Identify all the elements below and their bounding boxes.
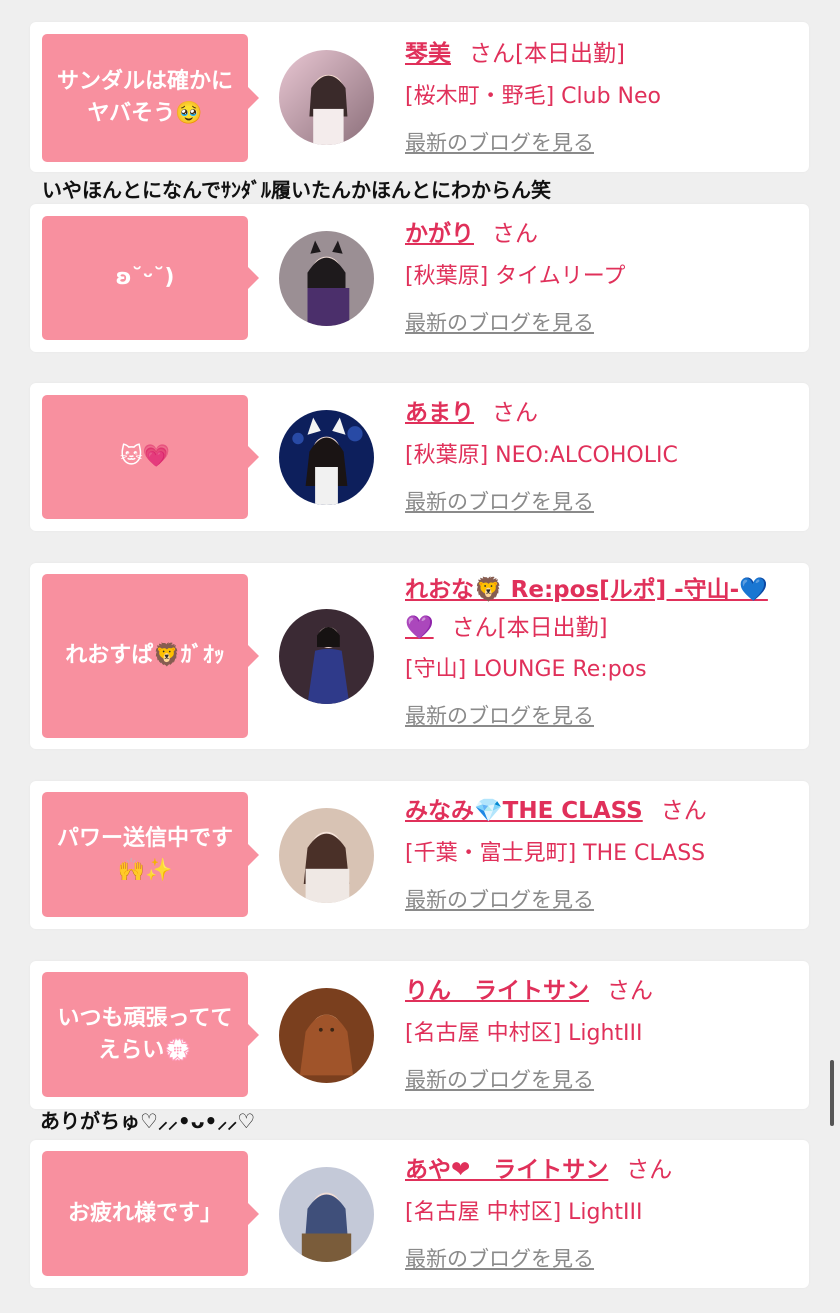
shop-label: [桜木町・野毛] Club Neo [405,84,661,109]
avatar[interactable] [279,231,374,326]
avatar[interactable] [279,1167,374,1262]
cast-name-link[interactable]: りん ライトサン [405,978,589,1004]
cast-name-link[interactable]: あや❤ ライトサン [405,1157,608,1183]
shop-label: [秋葉原] NEO:ALCOHOLIC [405,443,678,468]
blog-link[interactable]: 最新のブログを見る [405,885,594,915]
scrollbar[interactable] [830,1060,834,1126]
message-bubble: 🐱💗 [42,395,259,519]
avatar[interactable] [279,410,374,505]
card-info: かがり さん [秋葉原] タイムリープ 最新のブログを見る [405,214,789,338]
message-card: れおすぱ🦁ｶﾞｵｯ れおな🦁 Re:pos[ルポ] -守山-💙💜 さん[本日出勤]… [30,563,809,749]
card-info: れおな🦁 Re:pos[ルポ] -守山-💙💜 さん[本日出勤] [守山] LOUN… [405,571,789,731]
card-info: 琴美 さん[本日出勤] [桜木町・野毛] Club Neo 最新のブログを見る [405,34,789,158]
shop-label: [守山] LOUNGE Re:pos [405,657,647,682]
message-bubble: お疲れ様です」 [42,1151,259,1276]
message-bubble: サンダルは確かに ヤバそう🥹 [42,34,259,162]
blog-link[interactable]: 最新のブログを見る [405,701,594,731]
honorific-label: さん [492,221,538,247]
message-card: お疲れ様です」 あや❤ ライトサン さん [名古屋 中村区] LightIII 最… [30,1140,809,1288]
message-card: 🐱💗 あまり さん [秋葉原] NEO:ALCOHOLIC 最新のブログを見る [30,383,809,531]
reply-comment: ありがちゅ♡⸝⸝•ᴗ•⸝⸝♡ [40,1109,256,1133]
avatar[interactable] [279,609,374,704]
cast-name-link[interactable]: 琴美 [405,41,451,67]
cast-name-link[interactable]: かがり [405,221,474,247]
shop-label: [名古屋 中村区] LightIII [405,1200,643,1225]
message-card: ʚ˘ᵕ˘) かがり さん [秋葉原] タイムリープ 最新のブログを見る [30,204,809,352]
honorific-label: さん[本日出勤] [469,41,625,67]
blog-link[interactable]: 最新のブログを見る [405,1244,594,1274]
reply-comment: いやほんとになんでｻﾝﾀﾞﾙ履いたんかほんとにわからん笑 [42,178,551,202]
cast-name-link[interactable]: あまり [405,400,474,426]
honorific-label: さん [607,978,653,1004]
message-card: いつも頑張ってて えらい💮 りん ライトサン さん [名古屋 中村区] Light… [30,961,809,1109]
message-card: サンダルは確かに ヤバそう🥹 琴美 さん[本日出勤] [桜木町・野毛] Club … [30,22,809,172]
card-info: あまり さん [秋葉原] NEO:ALCOHOLIC 最新のブログを見る [405,393,789,517]
message-bubble: パワー送信中です 🙌✨ [42,792,259,917]
shop-label: [秋葉原] タイムリープ [405,264,626,289]
card-info: りん ライトサン さん [名古屋 中村区] LightIII 最新のブログを見る [405,971,789,1095]
message-bubble: ʚ˘ᵕ˘) [42,216,259,340]
shop-label: [千葉・富士見町] THE CLASS [405,841,706,866]
honorific-label: さん [492,400,538,426]
cast-name-link[interactable]: みなみ💎THE CLASS [405,798,643,824]
blog-link[interactable]: 最新のブログを見る [405,128,594,158]
message-bubble: いつも頑張ってて えらい💮 [42,972,259,1097]
avatar[interactable] [279,988,374,1083]
message-card: パワー送信中です 🙌✨ みなみ💎THE CLASS さん [千葉・富士見町] TH… [30,781,809,929]
card-info: みなみ💎THE CLASS さん [千葉・富士見町] THE CLASS 最新のブ… [405,791,789,915]
blog-link[interactable]: 最新のブログを見る [405,1065,594,1095]
blog-link[interactable]: 最新のブログを見る [405,308,594,338]
shop-label: [名古屋 中村区] LightIII [405,1021,643,1046]
blog-link[interactable]: 最新のブログを見る [405,487,594,517]
honorific-label: さん [626,1157,673,1183]
message-bubble: れおすぱ🦁ｶﾞｵｯ [42,574,259,738]
honorific-label: さん [660,798,707,824]
avatar[interactable] [279,808,374,903]
card-info: あや❤ ライトサン さん [名古屋 中村区] LightIII 最新のブログを見る [405,1150,789,1274]
avatar[interactable] [279,50,374,145]
honorific-label: さん[本日出勤] [451,615,608,641]
